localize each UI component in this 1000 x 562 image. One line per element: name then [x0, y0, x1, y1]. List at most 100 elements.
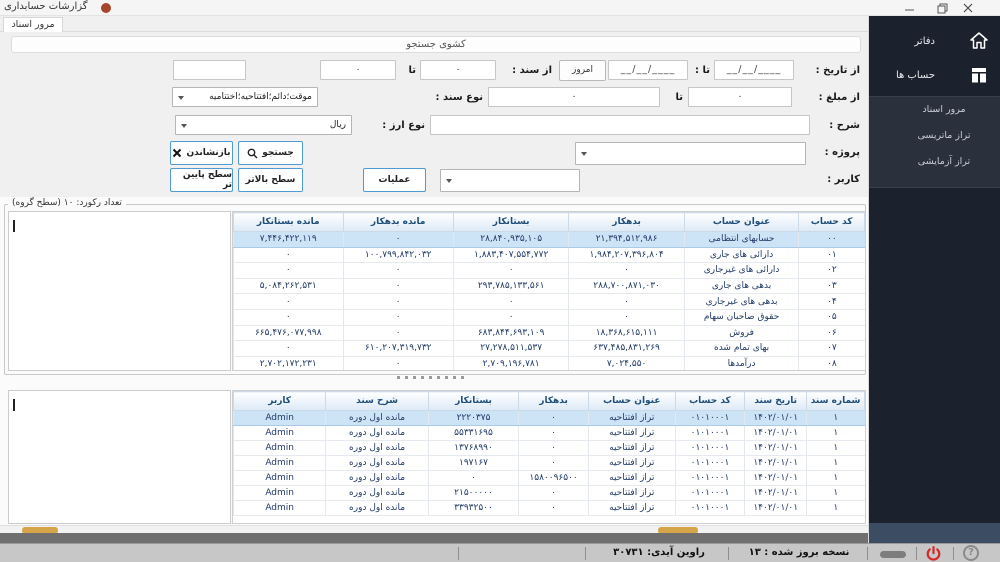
- table-row[interactable]: ۰۳بدهی های جاری۲۸۸,۷۰۰,۸۷۱,۰۳۰۲۹۳,۷۸۵,۱۳…: [234, 278, 865, 294]
- column-header[interactable]: عنوان حساب: [684, 213, 798, 232]
- sidebar-item-ledgers[interactable]: دفاتر: [869, 28, 1000, 58]
- table-cell: ۱: [807, 486, 865, 501]
- sidebar-bottom-strip: [869, 523, 1000, 543]
- from-date-input[interactable]: __/__/____: [714, 60, 794, 80]
- table-cell: ۲۱۵۰۰۰۰۰: [428, 486, 518, 501]
- description-input[interactable]: [430, 115, 810, 135]
- table-cell: ۲,۷۰۲,۱۷۲,۲۳۱: [234, 356, 344, 371]
- search-button[interactable]: جستجو: [238, 141, 303, 165]
- table-cell: فروش: [684, 325, 798, 341]
- close-button[interactable]: [961, 2, 975, 14]
- to-amount-input[interactable]: ۰: [488, 87, 660, 107]
- table-cell: ۰۸: [799, 356, 865, 371]
- sidebar: دفاتر حساب ها مرور اسناد تراز ماتریسی تر…: [868, 16, 1000, 543]
- table-cell: ۰۵: [799, 309, 865, 325]
- table-row[interactable]: ۱۱۴۰۲/۰۱/۰۱۰۱۰۱۰۰۰۱تراز افتتاحیه۰۱۹۷۱۶۷م…: [234, 456, 865, 471]
- project-select[interactable]: [575, 142, 806, 165]
- table-row[interactable]: ۱۱۴۰۲/۰۱/۰۱۰۱۰۱۰۰۰۱تراز افتتاحیه۰۱۳۷۶۸۹۹…: [234, 441, 865, 456]
- sidebar-item-accounts[interactable]: حساب ها: [869, 62, 1000, 92]
- table-cell: درآمدها: [684, 356, 798, 371]
- column-header[interactable]: عنوان حساب: [588, 392, 675, 411]
- power-icon[interactable]: [925, 545, 942, 562]
- table-cell: ۲۲۲۰۳۷۵: [428, 411, 518, 426]
- bottom-gray-strip: [0, 533, 868, 543]
- sidebar-item-document-review[interactable]: مرور اسناد: [869, 97, 1000, 123]
- chevron-down-icon: [446, 179, 452, 183]
- table-cell: ۰۱۰۱۰۰۰۱: [675, 441, 745, 456]
- table-cell: ۰۲: [799, 263, 865, 279]
- user-select[interactable]: [440, 169, 580, 192]
- column-header[interactable]: کاربر: [234, 392, 326, 411]
- column-header[interactable]: بدهکار: [519, 392, 589, 411]
- column-header[interactable]: کد حساب: [799, 213, 865, 232]
- table-row[interactable]: ۰۱دارائی های جاری۱,۹۸۴,۲۰۷,۳۹۶,۸۰۴۱,۸۸۳,…: [234, 247, 865, 263]
- table-cell: ۰: [519, 426, 589, 441]
- currency-select[interactable]: ریال: [175, 115, 352, 135]
- column-header[interactable]: بدهکار: [569, 213, 684, 232]
- column-header[interactable]: بستانکار: [453, 213, 568, 232]
- column-header[interactable]: شرح سند: [326, 392, 428, 411]
- to-date-input[interactable]: __/__/____: [608, 60, 688, 80]
- from-doc-input[interactable]: ۰: [420, 60, 496, 80]
- level-down-button[interactable]: سطح پایین تر: [170, 168, 233, 192]
- column-header[interactable]: کد حساب: [675, 392, 745, 411]
- table-row[interactable]: ۱۱۴۰۲/۰۱/۰۱۰۱۰۱۰۰۰۱تراز افتتاحیه۰۲۱۵۰۰۰۰…: [234, 486, 865, 501]
- search-drawer-header[interactable]: کشوی جستجو: [11, 36, 861, 53]
- titlebar: گزارشات حسابداری: [0, 0, 1000, 16]
- table-row[interactable]: ۰۰حسابهای انتظامی۲۱,۳۹۴,۵۱۲,۹۸۶۲۸,۸۴۰,۹۳…: [234, 232, 865, 248]
- table-row[interactable]: ۰۸درآمدها۷,۰۲۴,۵۵۰۲,۷۰۹,۱۹۶,۷۸۱۰۲,۷۰۲,۱۷…: [234, 356, 865, 371]
- sidebar-item-matrix-balance[interactable]: تراز ماتریسی: [869, 123, 1000, 149]
- column-header[interactable]: شماره سند: [807, 392, 865, 411]
- to-amount-label: تا: [675, 87, 683, 108]
- table-row[interactable]: ۱۱۴۰۲/۰۱/۰۱۰۱۰۱۰۰۰۱تراز افتتاحیه۰۳۳۹۳۲۵۰…: [234, 501, 865, 516]
- reset-button-label: بازنشاندن: [186, 148, 230, 158]
- table-cell: ۰۱: [799, 247, 865, 263]
- table-cell: ۱: [807, 441, 865, 456]
- table-row[interactable]: ۰۴بدهی های غیرجاری۰۰۰۰: [234, 294, 865, 310]
- to-doc-input[interactable]: ۰: [320, 60, 396, 80]
- restore-button[interactable]: [936, 2, 950, 14]
- table-row[interactable]: ۱۱۴۰۲/۰۱/۰۱۰۱۰۱۰۰۰۱تراز افتتاحیه۰۲۲۲۰۳۷۵…: [234, 411, 865, 426]
- chevron-down-icon: [581, 152, 587, 156]
- operations-button[interactable]: عملیات: [363, 168, 426, 192]
- table-cell: ۰: [519, 441, 589, 456]
- reset-button[interactable]: بازنشاندن: [170, 141, 233, 165]
- table-cell: ۰: [519, 486, 589, 501]
- column-header[interactable]: بستانکار: [428, 392, 518, 411]
- table-row[interactable]: ۱۱۴۰۲/۰۱/۰۱۰۱۰۱۰۰۰۱تراز افتتاحیه۰۵۵۳۳۱۶۹…: [234, 426, 865, 441]
- table-row[interactable]: ۰۵حقوق صاحبان سهام۰۰۰۰: [234, 309, 865, 325]
- tree-panel-top[interactable]: [8, 211, 231, 371]
- doc-type-value: موقت؛دائم؛افتتاحیه؛اختتامیه: [209, 92, 312, 102]
- table-cell: ۲۸۸,۷۰۰,۸۷۱,۰۳۰: [569, 278, 684, 294]
- help-icon[interactable]: ?: [963, 545, 979, 561]
- table-row[interactable]: ۰۷بهای تمام شده۶۳۷,۴۸۵,۸۳۱,۲۶۹۲۷,۲۷۸,۵۱۱…: [234, 341, 865, 357]
- table-row[interactable]: ۰۲دارائی های غیرجاری۰۰۰۰: [234, 263, 865, 279]
- window-title: گزارشات حسابداری: [4, 1, 88, 12]
- extra-input[interactable]: [173, 60, 246, 80]
- today-button[interactable]: امروز: [559, 60, 606, 81]
- table-row[interactable]: ۰۶فروش۱۸,۳۶۸,۶۱۵,۱۱۱۶۸۳,۸۴۴,۶۹۳,۱۰۹۰۶۶۵,…: [234, 325, 865, 341]
- table-cell: تراز افتتاحیه: [588, 486, 675, 501]
- tree-panel-bottom[interactable]: [8, 390, 231, 524]
- description-label: شرح :: [829, 115, 860, 136]
- level-up-button[interactable]: سطح بالاتر: [238, 168, 303, 192]
- table-cell: ۲۹۳,۷۸۵,۱۳۳,۵۶۱: [453, 278, 568, 294]
- column-header[interactable]: مانده بدهکار: [343, 213, 453, 232]
- search-button-label: جستجو: [262, 148, 293, 158]
- doc-type-select[interactable]: موقت؛دائم؛افتتاحیه؛اختتامیه: [172, 87, 318, 107]
- column-header[interactable]: تاریخ سند: [745, 392, 807, 411]
- user-label: کاربر :: [827, 169, 860, 190]
- project-label: پروژه :: [825, 142, 860, 163]
- tab-document-review[interactable]: مرور اسناد: [3, 17, 63, 32]
- table-row[interactable]: ۱۱۴۰۲/۰۱/۰۱۰۱۰۱۰۰۰۱تراز افتتاحیه۱۵۸۰۰۹۶۵…: [234, 471, 865, 486]
- sidebar-item-trial-balance[interactable]: تراز آزمایشی: [869, 149, 1000, 175]
- from-amount-input[interactable]: ۰: [688, 87, 792, 107]
- minimize-button[interactable]: [903, 2, 917, 14]
- table-cell: Admin: [234, 426, 326, 441]
- text-caret: [13, 399, 15, 411]
- splitter-handle[interactable]: [340, 374, 520, 380]
- table-cell: ۰: [569, 309, 684, 325]
- tray-pill-icon[interactable]: [880, 551, 906, 558]
- table-cell: ۵۵۳۳۱۶۹۵: [428, 426, 518, 441]
- column-header[interactable]: مانده بستانکار: [234, 213, 344, 232]
